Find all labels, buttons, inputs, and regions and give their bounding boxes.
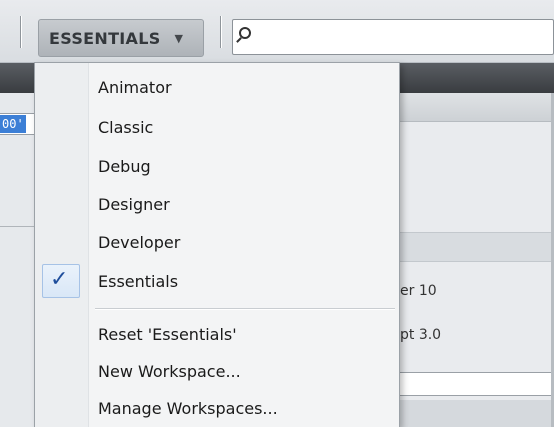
app-toolbar: ESSENTIALS ▼	[0, 0, 554, 63]
toolbar-separator	[220, 16, 221, 48]
menu-item-manage-workspaces[interactable]: Manage Workspaces...	[36, 390, 398, 426]
menu-item-label: Essentials	[98, 271, 179, 291]
menu-item-designer[interactable]: Designer	[36, 186, 398, 222]
menu-item-label: Designer	[98, 194, 170, 214]
search-input[interactable]	[232, 19, 554, 55]
zoom-field-value: 00'	[0, 115, 26, 133]
menu-item-reset-workspace[interactable]: Reset 'Essentials'	[36, 316, 398, 352]
menu-item-new-workspace[interactable]: New Workspace...	[36, 353, 398, 389]
workspace-menu: Animator Classic Debug Designer Develope…	[34, 62, 400, 427]
menu-item-label: Manage Workspaces...	[98, 398, 278, 418]
menu-item-classic[interactable]: Classic	[36, 109, 398, 145]
zoom-field[interactable]: 00'	[0, 113, 38, 135]
toolbar-separator	[20, 16, 21, 48]
menu-item-label: New Workspace...	[98, 361, 241, 381]
menu-item-developer[interactable]: Developer	[36, 224, 398, 260]
menu-item-label: Animator	[98, 77, 172, 97]
menu-item-animator[interactable]: Animator	[36, 69, 398, 105]
properties-field[interactable]	[400, 372, 554, 396]
menu-item-label: Classic	[98, 117, 154, 137]
divider	[0, 226, 38, 227]
menu-item-essentials[interactable]: ✓ Essentials	[36, 263, 398, 299]
script-version-text: pt 3.0	[400, 327, 442, 343]
workspace-switcher-label: ESSENTIALS	[49, 28, 161, 48]
properties-panel-header	[400, 93, 554, 122]
menu-item-debug[interactable]: Debug	[36, 148, 398, 184]
menu-item-label: Reset 'Essentials'	[98, 324, 237, 344]
menu-item-label: Debug	[98, 156, 151, 176]
menu-separator	[95, 308, 395, 309]
chevron-down-icon: ▼	[174, 31, 184, 45]
player-version-text: er 10	[400, 283, 437, 299]
properties-footer	[400, 400, 554, 427]
workspace-switcher-button[interactable]: ESSENTIALS ▼	[38, 19, 204, 57]
search-icon	[239, 27, 251, 39]
menu-item-label: Developer	[98, 232, 181, 252]
checkmark-icon: ✓	[50, 267, 69, 292]
properties-section-header	[400, 232, 554, 262]
